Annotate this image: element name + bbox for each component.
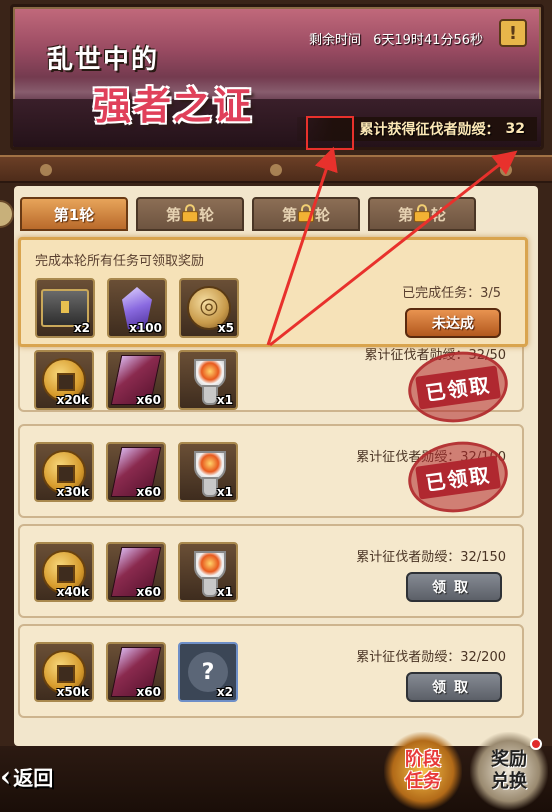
reward-slot[interactable]: x2 [35,278,95,338]
reward-slot[interactable]: x60 [106,542,166,602]
task-card: 累计征伐者勋绶：32/200 x50k x60 ? x2 领取 [18,624,524,718]
task-progress-label: 累计征伐者勋绶：32/200 [356,650,506,665]
lock-icon [182,204,198,223]
reward-qty: x40k [56,585,89,599]
tab-label: 第 [281,205,297,224]
reward-slot[interactable]: x40k [34,542,94,602]
tab-round-2[interactable]: 第 轮 [136,197,244,231]
reward-items: x50k x60 ? x2 [34,642,238,702]
reward-qty: x20k [56,393,89,407]
chevron-left-icon: ‹ [0,759,12,793]
reward-qty: x50k [56,685,89,699]
stage-tasks-button[interactable]: 阶段任务 [384,732,462,810]
summary-reward-items: x2 x100 x5 [35,278,239,338]
decorative-ribbon [0,155,552,183]
reward-qty: x60 [136,685,161,699]
reward-qty: x30k [56,485,89,499]
event-title-line2: 强者之证 [93,83,254,128]
reward-slot[interactable]: ? x2 [178,642,238,702]
reward-items: x30k x60 x1 [34,442,238,502]
not-achieved-button[interactable]: 未达成 [405,308,501,338]
task-card: 累计征伐者勋绶：32/100 x30k x60 x1 已领取 [18,424,524,519]
claim-button[interactable]: 领取 [406,672,502,702]
reward-slot[interactable]: x50k [34,642,94,702]
task-card: 累计征伐者勋绶：32/150 x40k x60 x1 领取 [18,524,524,618]
tab-round-4[interactable]: 第 轮 [368,197,476,231]
tab-label-suffix: 轮 [431,205,447,224]
tab-round-3[interactable]: 第 轮 [252,197,360,231]
reward-qty: x1 [216,585,233,599]
reward-qty: x1 [216,485,233,499]
tab-label-suffix: 轮 [315,205,331,224]
reward-items: x20k x60 x1 [34,350,238,410]
reward-slot[interactable]: x20k [34,350,94,410]
alert-icon[interactable]: ! [499,19,527,47]
notification-dot [530,738,542,750]
timer-value: 6天19时41分56秒 [373,33,483,48]
reward-slot[interactable]: x60 [106,642,166,702]
reward-slot[interactable]: x100 [107,278,167,338]
reward-slot[interactable]: x30k [34,442,94,502]
stage-tasks-label: 阶段任务 [405,749,441,792]
summary-progress: 已完成任务：3/5 [402,286,501,301]
reward-qty: x5 [217,321,234,335]
event-title-line1: 乱世中的 [47,45,160,75]
reward-qty: x100 [129,321,162,335]
tab-label-suffix: 轮 [199,205,215,224]
tab-round-1[interactable]: 第1轮 [20,197,128,231]
tab-label: 第1轮 [53,205,95,224]
reward-slot[interactable]: x1 [178,542,238,602]
lock-icon [414,204,430,223]
reward-items: x40k x60 x1 [34,542,238,602]
reward-slot[interactable]: x1 [178,442,238,502]
ribbon-ornament [500,164,512,176]
reward-qty: x60 [136,485,161,499]
task-progress-label: 累计征伐者勋绶：32/150 [356,550,506,565]
reward-slot[interactable]: x60 [106,350,166,410]
timer-label: 剩余时间 [308,33,361,48]
ribbon-ornament [40,164,52,176]
ribbon-ornament [270,164,282,176]
annotation-highlight-box [306,116,354,150]
reward-slot[interactable]: x60 [106,442,166,502]
stamp-text: 已领取 [415,364,501,410]
claim-button[interactable]: 领取 [406,572,502,602]
reward-qty: x2 [73,321,90,335]
back-label: 返回 [13,765,54,790]
tab-label: 第 [165,205,181,224]
tab-label: 第 [397,205,413,224]
reward-exchange-label: 奖励兑换 [491,749,527,792]
reward-qty: x60 [136,393,161,407]
back-button[interactable]: ‹ 返回 [0,752,82,800]
event-timer: 剩余时间 6天19时41分56秒 [309,29,483,48]
lock-icon [298,204,314,223]
reward-slot[interactable]: x5 [179,278,239,338]
reward-qty: x2 [216,685,233,699]
stamp-text: 已领取 [415,454,501,500]
merit-value: 32 [505,121,525,137]
reward-qty: x60 [136,585,161,599]
round-tabs: 第1轮 第 轮 第 轮 第 轮 [20,197,480,231]
event-banner: 乱世中的 强者之证 剩余时间 6天19时41分56秒 ! 累计获得征伐者勋绶： … [10,4,544,150]
round-summary-card: 完成本轮所有任务可领取奖励 x2 x100 x5 已完成任务：3/5 未达成 [18,237,528,347]
reward-slot[interactable]: x1 [178,350,238,410]
reward-qty: x1 [216,393,233,407]
side-handle[interactable] [0,200,14,228]
summary-title: 完成本轮所有任务可领取奖励 [35,254,205,269]
merit-label: 累计获得征伐者勋绶： [359,122,500,138]
